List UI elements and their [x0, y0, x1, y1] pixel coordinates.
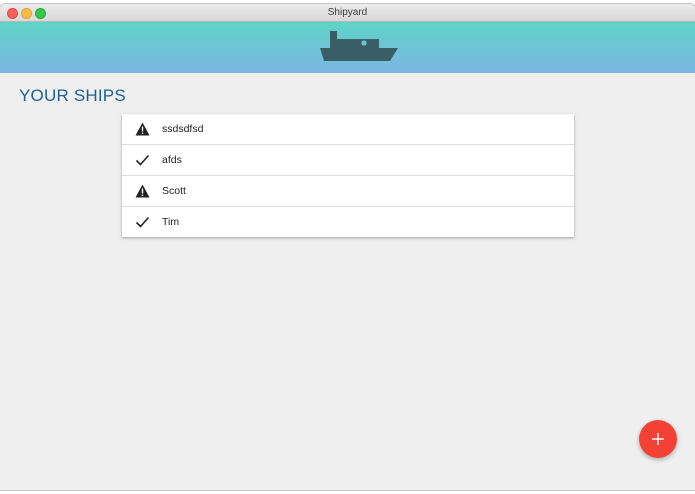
warning-icon — [135, 184, 150, 198]
check-icon — [135, 154, 150, 166]
ship-row-scott[interactable]: Scott — [122, 176, 574, 207]
header-banner — [0, 22, 695, 73]
ship-list: ssdsdfsd afds Scott Tim — [122, 114, 574, 237]
app-window: Shipyard YOUR SHIPS ssdsdfsd afds Scott … — [0, 4, 695, 490]
ship-row-afds[interactable]: afds — [122, 145, 574, 176]
ship-row-tim[interactable]: Tim — [122, 207, 574, 237]
ship-name: afds — [162, 154, 182, 166]
add-ship-button[interactable] — [639, 420, 677, 458]
title-bar[interactable]: Shipyard — [0, 4, 695, 22]
check-icon — [135, 216, 150, 228]
ship-row-ssdsdfsd[interactable]: ssdsdfsd — [122, 114, 574, 145]
ship-name: Tim — [162, 216, 180, 228]
ship-name: ssdsdfsd — [162, 123, 204, 135]
page-title: YOUR SHIPS — [19, 86, 126, 105]
window-title: Shipyard — [327, 7, 368, 18]
ship-icon — [320, 31, 398, 61]
plus-icon — [652, 433, 664, 445]
ship-name: Scott — [162, 185, 186, 197]
warning-icon — [135, 122, 150, 136]
